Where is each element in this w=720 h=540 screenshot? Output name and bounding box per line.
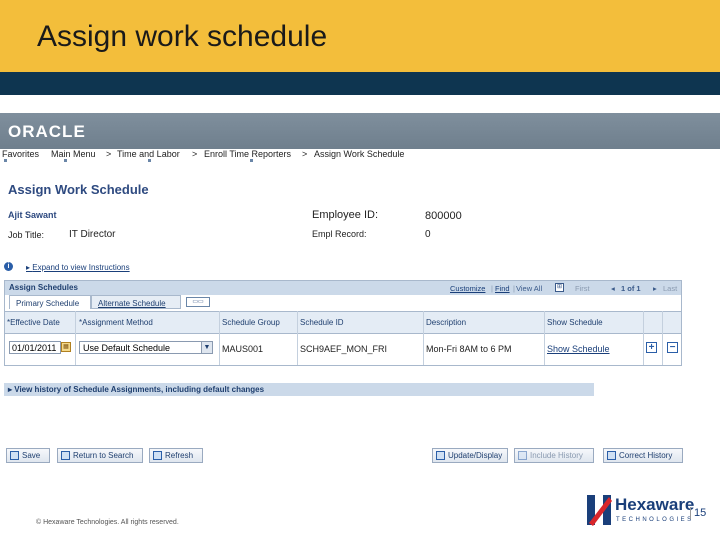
col-schedule-group: Schedule Group	[222, 318, 280, 327]
column-divider	[662, 311, 663, 365]
first-link[interactable]: First	[575, 284, 590, 293]
page-title: Assign Work Schedule	[8, 182, 149, 197]
column-divider	[297, 311, 298, 365]
column-divider	[219, 311, 220, 365]
col-schedule-id: Schedule ID	[300, 318, 344, 327]
app-header: ORACLE	[0, 113, 720, 149]
grid-page-info: 1 of 1	[621, 284, 641, 293]
schedule-id-value: SCH9AEF_MON_FRI	[300, 344, 388, 354]
grid-column-headers: *Effective Date *Assignment Method Sched…	[5, 311, 681, 334]
customize-link[interactable]: Customize	[450, 284, 485, 293]
grid-title: Assign Schedules	[9, 283, 78, 292]
empl-record-value: 0	[425, 229, 431, 240]
correct-history-button[interactable]: Correct History	[603, 448, 683, 463]
assign-schedules-grid: Assign Schedules Customize | Find | View…	[4, 280, 682, 366]
include-history-button[interactable]: Include History	[514, 448, 594, 463]
employee-name: Ajit Sawant	[8, 210, 57, 220]
delete-row-icon[interactable]: −	[667, 342, 678, 353]
tab-primary-schedule[interactable]: Primary Schedule	[9, 295, 91, 309]
next-arrow-icon[interactable]: ▸	[653, 284, 657, 293]
refresh-button[interactable]: Refresh	[149, 448, 203, 463]
effective-date-input[interactable]: 01/01/2011	[9, 341, 61, 354]
col-effective-date: *Effective Date	[7, 318, 60, 327]
grid-header: Assign Schedules Customize | Find | View…	[5, 281, 681, 295]
grid-tool-separator: |	[513, 284, 515, 293]
show-schedule-link[interactable]: Show Schedule	[547, 344, 610, 354]
breadcrumb: Favorites Main Menu > Time and Labor > E…	[0, 149, 720, 162]
view-all-link[interactable]: View All	[516, 284, 542, 293]
column-divider	[423, 311, 424, 365]
assignment-method-select[interactable]: Use Default Schedule ▼	[79, 341, 213, 354]
logo-subtitle: TECHNOLOGIES	[616, 517, 694, 523]
oracle-logo: ORACLE	[8, 122, 86, 141]
nav-menu-indicator-icon	[148, 159, 151, 162]
return-icon	[61, 451, 70, 461]
nav-separator: >	[302, 149, 308, 159]
title-divider-band	[0, 72, 720, 95]
empl-record-label: Empl Record:	[312, 229, 367, 239]
refresh-icon	[153, 451, 162, 461]
nav-current-page: Assign Work Schedule	[314, 149, 405, 159]
slide-title-bar: Assign work schedule	[0, 0, 720, 72]
nav-menu-indicator-icon	[4, 159, 7, 162]
slide: Assign work schedule ORACLE Favorites Ma…	[0, 0, 720, 540]
page-number: 15	[690, 507, 706, 519]
nav-main-menu[interactable]: Main Menu	[51, 149, 96, 159]
update-display-icon	[436, 451, 445, 461]
slide-title: Assign work schedule	[37, 20, 328, 53]
col-show-schedule: Show Schedule	[547, 318, 603, 327]
column-divider	[643, 311, 644, 365]
app-screenshot: ORACLE Favorites Main Menu > Time and La…	[0, 113, 720, 473]
find-link[interactable]: Find	[495, 284, 510, 293]
save-icon	[10, 451, 19, 461]
copyright-text: © Hexaware Technologies. All rights rese…	[36, 519, 179, 526]
update-display-button[interactable]: Update/Display	[432, 448, 508, 463]
employee-id-value: 800000	[425, 210, 462, 222]
nav-menu-indicator-icon	[64, 159, 67, 162]
nav-time-labor[interactable]: Time and Labor	[117, 149, 180, 159]
employee-id-label: Employee ID:	[312, 209, 379, 221]
column-divider	[544, 311, 545, 365]
previous-arrow-icon[interactable]: ◂	[611, 284, 615, 293]
column-divider	[75, 311, 76, 365]
info-icon: i	[4, 262, 13, 271]
hexaware-logo: Hexaware TECHNOLOGIES	[585, 493, 695, 529]
col-assignment-method: *Assignment Method	[79, 318, 153, 327]
nav-enroll-time-reporters[interactable]: Enroll Time Reporters	[204, 149, 291, 159]
schedule-history-section[interactable]: ▸ View history of Schedule Assignments, …	[4, 383, 594, 396]
include-history-icon	[518, 451, 527, 461]
expand-instructions-link[interactable]: ▸ Expand to view Instructions	[26, 263, 130, 272]
nav-separator: >	[106, 149, 112, 159]
nav-favorites[interactable]: Favorites	[2, 149, 39, 159]
col-description: Description	[426, 318, 467, 327]
tab-alternate-schedule[interactable]: Alternate Schedule	[91, 295, 181, 309]
last-link[interactable]: Last	[663, 284, 677, 293]
job-title-value: IT Director	[69, 229, 116, 240]
nav-separator: >	[192, 149, 198, 159]
logo-wordmark: Hexaware	[615, 495, 695, 514]
chevron-down-icon[interactable]: ▼	[201, 342, 212, 353]
show-all-columns-icon[interactable]: ▭▭	[186, 297, 210, 307]
schedule-history-label: View history of Schedule Assignments, in…	[14, 385, 265, 394]
schedule-group-value: MAUS001	[222, 344, 264, 354]
download-grid-icon[interactable]: ⊞	[555, 283, 564, 292]
nav-menu-indicator-icon	[250, 159, 253, 162]
return-to-search-button[interactable]: Return to Search	[57, 448, 143, 463]
correct-history-icon	[607, 451, 616, 461]
job-title-label: Job Title:	[8, 230, 45, 240]
hexaware-mark-icon	[587, 495, 612, 526]
description-value: Mon-Fri 8AM to 6 PM	[426, 344, 512, 354]
save-button[interactable]: Save	[6, 448, 50, 463]
assignment-method-value: Use Default Schedule	[83, 343, 171, 353]
grid-tool-separator: |	[491, 284, 493, 293]
calendar-icon[interactable]: ▦	[61, 342, 71, 352]
add-row-icon[interactable]: +	[646, 342, 657, 353]
